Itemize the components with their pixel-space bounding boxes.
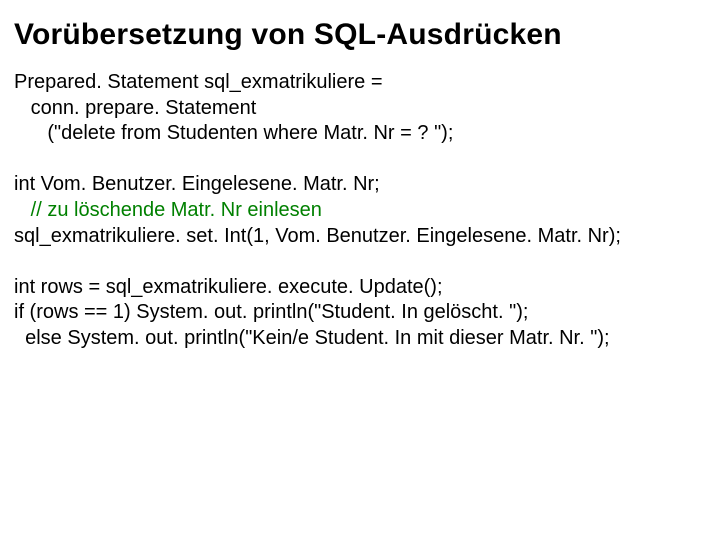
code-line: ("delete from Studenten where Matr. Nr =…: [14, 122, 453, 144]
code-line: int Vom. Benutzer. Eingelesene. Matr. Nr…: [14, 173, 380, 195]
code-comment: // zu löschende Matr. Nr einlesen: [14, 199, 322, 221]
code-line: else System. out. println("Kein/e Studen…: [14, 327, 610, 349]
code-line: Prepared. Statement sql_exmatrikuliere =: [14, 71, 383, 93]
page-title: Vorübersetzung von SQL-Ausdrücken: [14, 18, 706, 52]
slide: Vorübersetzung von SQL-Ausdrücken Prepar…: [0, 0, 720, 352]
code-line: if (rows == 1) System. out. println("Stu…: [14, 301, 528, 323]
code-line: conn. prepare. Statement: [14, 97, 256, 119]
code-block: Prepared. Statement sql_exmatrikuliere =…: [14, 70, 706, 352]
code-line: sql_exmatrikuliere. set. Int(1, Vom. Ben…: [14, 225, 621, 247]
code-line: int rows = sql_exmatrikuliere. execute. …: [14, 276, 443, 298]
